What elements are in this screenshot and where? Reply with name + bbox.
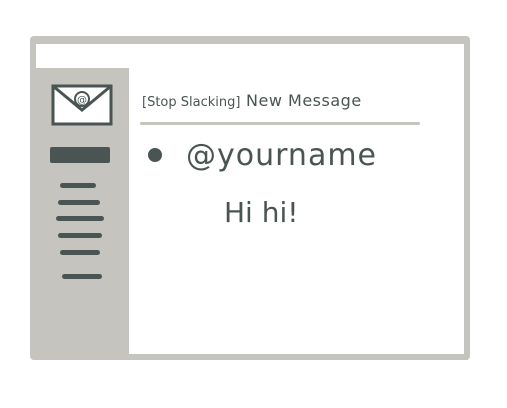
recipient-bullet-icon xyxy=(148,148,162,162)
message-body[interactable]: Hi hi! xyxy=(224,196,298,229)
sidebar-item[interactable] xyxy=(62,274,102,279)
compose-header: [Stop Slacking] New Message xyxy=(142,91,362,110)
sidebar-divider xyxy=(122,68,129,356)
sidebar-item[interactable] xyxy=(56,216,104,221)
mail-envelope-icon[interactable]: @ xyxy=(51,84,113,126)
svg-text:@: @ xyxy=(77,95,87,106)
window-bottom-edge xyxy=(36,354,468,360)
header-divider xyxy=(140,122,420,125)
compose-title: New Message xyxy=(246,91,362,110)
sidebar-item[interactable] xyxy=(58,233,102,238)
app-tag: [Stop Slacking] xyxy=(142,95,241,110)
sidebar-item[interactable] xyxy=(60,250,100,255)
sidebar-item-active[interactable] xyxy=(50,147,110,163)
sidebar-item[interactable] xyxy=(60,183,96,188)
sidebar-item[interactable] xyxy=(58,200,100,205)
recipient-field[interactable]: @yourname xyxy=(186,138,377,173)
